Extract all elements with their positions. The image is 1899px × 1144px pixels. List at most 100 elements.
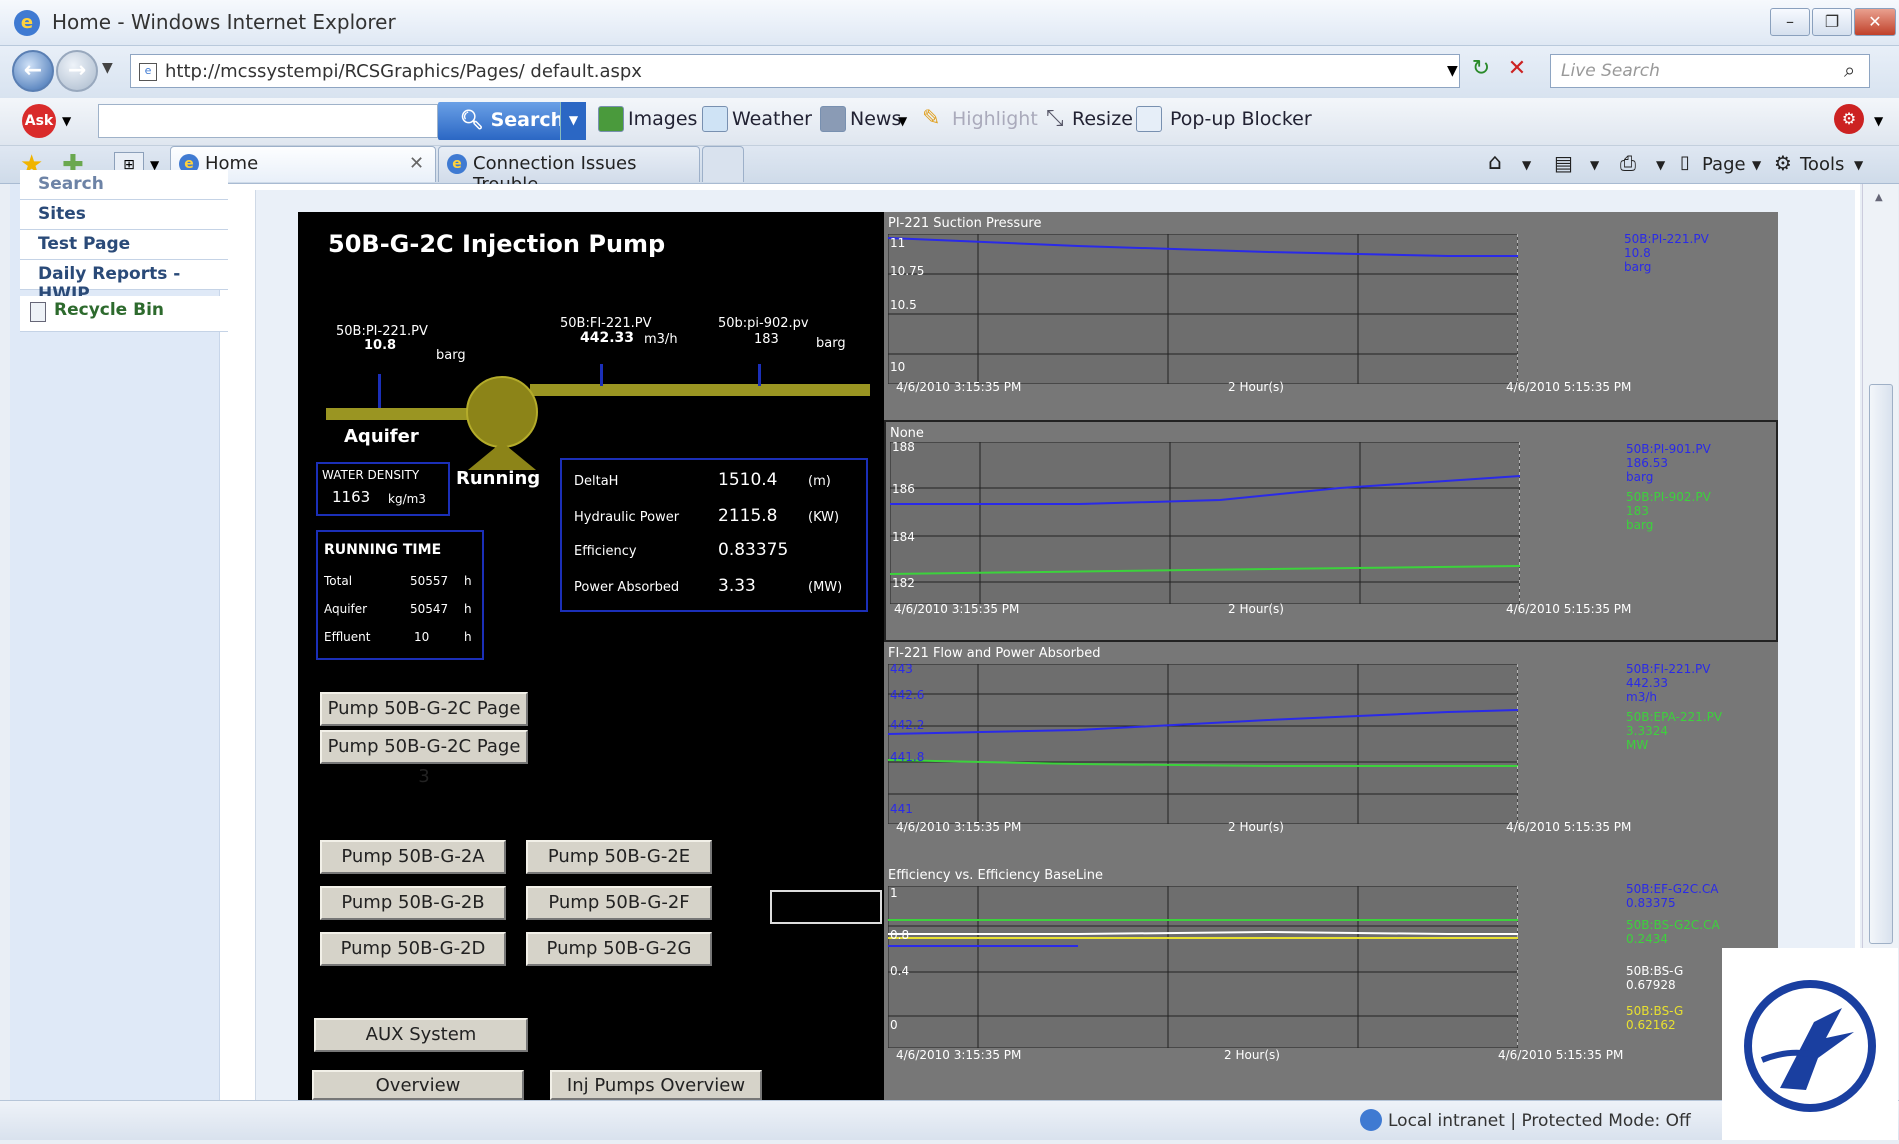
- tab-connection-issues[interactable]: e Connection Issues Trouble...: [438, 146, 700, 195]
- minimize-button[interactable]: –: [1770, 8, 1810, 36]
- x-span: 2 Hour(s): [1228, 602, 1284, 616]
- deltah-label: DeltaH: [574, 474, 619, 489]
- popup-blocker-icon: [1136, 106, 1162, 132]
- news-button[interactable]: News: [850, 108, 901, 130]
- aux-system-button[interactable]: AUX System: [314, 1018, 528, 1052]
- empty-indicator-box: [770, 890, 882, 924]
- page-icon: ▯: [1680, 152, 1690, 173]
- scroll-thumb[interactable]: [1869, 384, 1893, 944]
- page-dropdown-icon[interactable]: ▼: [1752, 158, 1761, 172]
- sidebar-item-test-page[interactable]: Test Page: [20, 230, 228, 260]
- resize-button[interactable]: Resize: [1072, 108, 1133, 130]
- legend-1: 50B:BS-G2C.CA 0.2434: [1626, 918, 1720, 946]
- legend-unit: m3/h: [1626, 690, 1657, 704]
- live-search-input[interactable]: Live Search: [1550, 54, 1870, 88]
- legend-name: 50B:EF-G2C.CA: [1626, 882, 1719, 896]
- popup-blocker-button[interactable]: Pop-up Blocker: [1170, 108, 1312, 130]
- legend-name: 50B:PI-902.PV: [1626, 490, 1711, 504]
- y-tick: 10.75: [890, 264, 925, 278]
- pump-2b-button[interactable]: Pump 50B-G-2B: [320, 886, 506, 920]
- x-end: 4/6/2010 5:15:35 PM: [1506, 820, 1632, 834]
- tools-dropdown-icon[interactable]: ▼: [1854, 158, 1863, 172]
- pump-2g-button[interactable]: Pump 50B-G-2G: [526, 932, 712, 966]
- legend-value: 3.3324: [1626, 724, 1668, 738]
- search-dropdown-button[interactable]: ▼: [560, 102, 586, 140]
- runtime-aquifer-label: Aquifer: [324, 602, 368, 616]
- close-tab-icon[interactable]: ✕: [409, 153, 424, 174]
- pump-2d-button[interactable]: Pump 50B-G-2D: [320, 932, 506, 966]
- deltah-unit: (m): [808, 474, 831, 489]
- sidebar-item-search[interactable]: Search: [20, 170, 228, 200]
- legend-unit: barg: [1624, 260, 1652, 274]
- scroll-up-icon[interactable]: ▲: [1875, 192, 1883, 203]
- runtime-effluent-unit: h: [464, 630, 472, 644]
- tools-menu[interactable]: Tools: [1800, 154, 1844, 175]
- security-zone[interactable]: Local intranet | Protected Mode: Off: [1388, 1111, 1691, 1131]
- stop-icon[interactable]: ✕: [1502, 56, 1532, 86]
- chart-plot: [888, 234, 1518, 384]
- ask-search-input[interactable]: [98, 104, 438, 138]
- restore-button[interactable]: ❐: [1812, 8, 1852, 36]
- print-icon[interactable]: ⎙: [1620, 151, 1636, 175]
- ie-logo-icon: e: [14, 10, 40, 36]
- legend-name: 50B:BS-G: [1626, 1004, 1684, 1018]
- address-bar[interactable]: e http://mcssystempi/RCSGraphics/Pages/ …: [130, 54, 1460, 88]
- sidebar-item-daily-reports[interactable]: Daily Reports - HWIP: [20, 260, 228, 304]
- refresh-icon[interactable]: ↻: [1466, 56, 1496, 86]
- page-icon: e: [139, 63, 157, 81]
- y-tick: 186: [892, 482, 915, 496]
- toolbar-options-icon[interactable]: ⚙: [1834, 104, 1864, 134]
- search-icon[interactable]: ⌕: [1844, 58, 1855, 82]
- inj-pumps-overview-button[interactable]: Inj Pumps Overview: [550, 1070, 762, 1100]
- sidebar-item-recycle-bin[interactable]: Recycle Bin: [20, 296, 228, 332]
- title-bar: e Home - Windows Internet Explorer – ❐ ✕: [0, 0, 1899, 46]
- density-label: WATER DENSITY: [322, 468, 420, 482]
- overview-button[interactable]: Overview: [312, 1070, 524, 1100]
- new-tab-button[interactable]: [702, 146, 744, 182]
- pump-2f-button[interactable]: Pump 50B-G-2F: [526, 886, 712, 920]
- highlight-button[interactable]: Highlight: [952, 108, 1038, 130]
- ask-dropdown-icon[interactable]: ▼: [62, 114, 71, 128]
- print-dropdown-icon[interactable]: ▼: [1656, 158, 1665, 172]
- x-start: 4/6/2010 3:15:35 PM: [894, 602, 1020, 616]
- pump-page2-button[interactable]: Pump 50B-G-2C Page 2: [320, 692, 528, 749]
- pump-page3-button[interactable]: Pump 50B-G-2C Page 3: [320, 730, 528, 787]
- history-dropdown-icon[interactable]: ▼: [102, 60, 113, 76]
- ask-logo-icon[interactable]: Ask: [22, 104, 56, 138]
- home-icon[interactable]: ⌂: [1488, 150, 1502, 175]
- close-button[interactable]: ✕: [1854, 8, 1896, 36]
- news-dropdown-icon[interactable]: ▼: [898, 114, 907, 128]
- y-tick: 442.2: [890, 718, 925, 732]
- chart-plot: [890, 442, 1520, 604]
- sidebar-item-sites[interactable]: Sites: [20, 200, 228, 230]
- sidebar: Search Sites Test Page Daily Reports - H…: [10, 170, 228, 1100]
- toolbar-options-dropdown-icon[interactable]: ▼: [1874, 114, 1883, 128]
- pump-2e-button[interactable]: Pump 50B-G-2E: [526, 840, 712, 874]
- address-dropdown-icon[interactable]: ▼: [1447, 63, 1458, 79]
- feeds-dropdown-icon[interactable]: ▼: [1590, 158, 1599, 172]
- y-tick: 10: [890, 360, 906, 374]
- pump-2a-button[interactable]: Pump 50B-G-2A: [320, 840, 506, 874]
- y-tick: 1: [890, 886, 898, 900]
- search-button-icon: 🔍︎: [459, 109, 491, 131]
- chart-suction-pressure: PI-221 Suction Pressure 11 10.75 10.5 10…: [884, 212, 1778, 420]
- y-tick: 11: [890, 236, 906, 250]
- x-start: 4/6/2010 3:15:35 PM: [896, 820, 1022, 834]
- recycle-bin-icon: [30, 302, 46, 322]
- forward-button[interactable]: →: [56, 50, 98, 92]
- page-menu[interactable]: Page: [1702, 154, 1746, 175]
- y-tick: 184: [892, 530, 915, 544]
- images-button[interactable]: Images: [628, 108, 697, 130]
- tag-fi221-name: 50B:FI-221.PV: [560, 316, 652, 331]
- density-unit: kg/m3: [388, 492, 426, 506]
- ie-tab-icon: e: [447, 154, 467, 174]
- legend-unit: MW: [1626, 738, 1649, 752]
- legend-value: 10.8: [1624, 246, 1651, 260]
- home-dropdown-icon[interactable]: ▼: [1522, 158, 1531, 172]
- back-button[interactable]: ←: [12, 50, 54, 92]
- legend-value: 0.83375: [1626, 896, 1676, 910]
- y-tick: 0.4: [890, 964, 910, 978]
- weather-button[interactable]: Weather: [732, 108, 812, 130]
- efficiency-label: Efficiency: [574, 544, 637, 559]
- feeds-icon[interactable]: ▤: [1554, 151, 1573, 175]
